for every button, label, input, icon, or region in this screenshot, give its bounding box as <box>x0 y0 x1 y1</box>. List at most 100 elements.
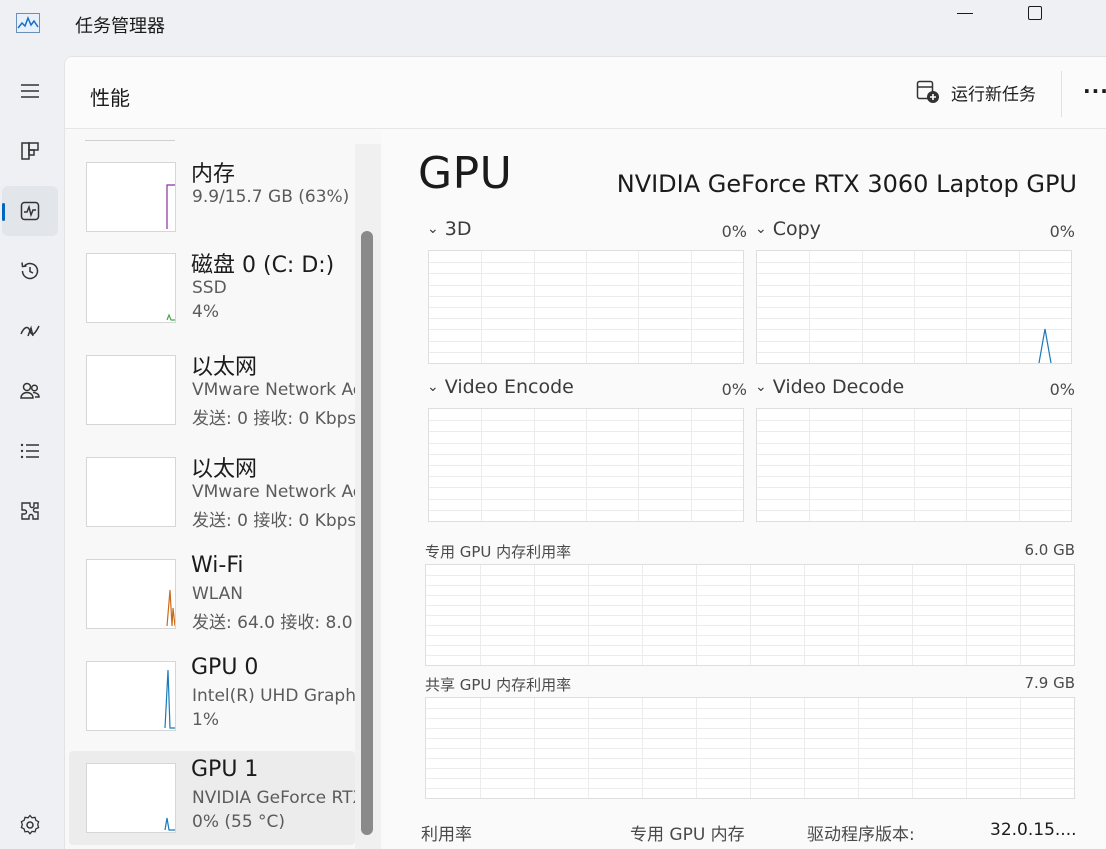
shared-memory-value: 7.9 GB <box>1024 674 1075 692</box>
resource-subtitle: 9.9/15.7 GB (63%) <box>192 187 350 207</box>
resource-usage: 4% <box>192 302 219 322</box>
header-divider <box>1061 71 1062 117</box>
main-panel: 性能 运行新任务 ··· 内存9.9/15.7 GB (63%)磁盘 0 (C:… <box>64 56 1106 849</box>
graph-grid <box>429 251 743 363</box>
partial-thumb-edge <box>85 140 175 141</box>
engine-percent-video-decode: 0% <box>1049 380 1075 399</box>
utilization-label: 利用率 <box>421 825 472 845</box>
more-options-button[interactable]: ··· <box>1083 79 1106 103</box>
resource-name: Wi-Fi <box>191 553 244 578</box>
resource-thumbnail-graph <box>86 457 176 527</box>
thumbnail-line <box>166 313 175 321</box>
shared-memory-label: 共享 GPU 内存利用率 <box>425 676 572 694</box>
resource-name: GPU 0 <box>191 655 259 680</box>
resource-thumbnail-graph <box>86 661 176 731</box>
task-manager-app-icon <box>16 13 40 33</box>
resource-name: GPU 1 <box>191 757 259 782</box>
thumbnail-line <box>164 669 175 729</box>
run-new-task-button[interactable]: 运行新任务 <box>915 79 1036 105</box>
thumbnail-sparkline <box>87 458 175 526</box>
resource-usage: 0% (55 °C) <box>192 812 286 832</box>
resource-name: 以太网 <box>191 355 258 380</box>
resource-item[interactable]: 以太网VMware Network Adapter 发送: 0 接收: 0 Kbp… <box>69 343 356 437</box>
thumbnail-sparkline <box>164 817 175 831</box>
panel-header: 性能 运行新任务 ··· <box>65 57 1106 129</box>
nav-item-app-history[interactable] <box>2 246 58 296</box>
chevron-down-icon: ⌄ <box>427 379 439 395</box>
graph-copy <box>756 250 1072 364</box>
title-bar: 任务管理器 <box>0 0 1106 48</box>
services-icon <box>21 502 39 520</box>
nav-item-details[interactable] <box>2 426 58 476</box>
nav-item-services[interactable] <box>2 486 58 536</box>
resource-item[interactable]: GPU 0 Intel(R) UHD Graphics 1% <box>69 649 356 743</box>
task-manager-window: 任务管理器 性能 运行新任务 ·· 内存 9.9/15.7 GB (63%) 磁… <box>0 0 1106 849</box>
resource-item[interactable]: GPU 1 NVIDIA GeForce RTX 3060 Laptop GPU 0… <box>69 751 356 845</box>
thumbnail-sparkline <box>87 356 175 424</box>
maximize-icon <box>1028 6 1042 20</box>
copy-usage-spike <box>1038 328 1052 363</box>
engine-label-video-encode: Video Encode <box>444 376 574 398</box>
nav-menu-button[interactable] <box>2 66 58 116</box>
graph-shared-memory <box>425 697 1075 799</box>
engine-label-copy: Copy <box>772 218 821 240</box>
resource-subtitle: WLAN <box>192 584 244 604</box>
scrollbar-thumb[interactable] <box>361 231 373 835</box>
performance-icon <box>20 201 40 221</box>
engine-selector-video-decode[interactable]: ⌄ Video Decode <box>755 376 904 398</box>
nav-rail <box>0 56 60 849</box>
run-task-icon <box>916 80 939 103</box>
engine-selector-video-encode[interactable]: ⌄ Video Encode <box>427 376 574 398</box>
resource-item[interactable]: 以太网VMware Network Adapter 发送: 0 接收: 0 Kbp… <box>69 445 356 539</box>
engine-label-video-decode: Video Decode <box>772 376 905 398</box>
details-icon <box>20 443 39 459</box>
resource-thumbnail-graph <box>86 763 176 833</box>
thumbnail-sparkline <box>166 589 175 627</box>
resource-name: 以太网 <box>191 457 258 482</box>
minimize-button[interactable] <box>942 0 988 26</box>
nav-item-processes[interactable] <box>2 126 58 176</box>
nav-item-startup-apps[interactable] <box>2 306 58 356</box>
resource-item[interactable]: 内存 9.9/15.7 GB (63%) <box>69 150 355 244</box>
resource-item[interactable]: 磁盘 0 (C: D:) SSD 4% <box>69 241 355 335</box>
thumbnail-line <box>164 817 175 831</box>
resource-thumbnail-graph <box>86 162 176 232</box>
resource-subtitle: SSD <box>192 278 227 298</box>
thumbnail-line <box>166 589 175 627</box>
nav-item-users[interactable] <box>2 366 58 416</box>
engine-percent-copy: 0% <box>1049 222 1075 241</box>
app-history-icon <box>21 262 39 280</box>
engine-selector-3d[interactable]: ⌄ 3D <box>427 218 471 240</box>
driver-version-value: 32.0.15.... <box>990 820 1077 840</box>
resource-usage: 发送: 0 接收: 0 Kbps <box>192 409 356 429</box>
gpu-detail: GPU NVIDIA GeForce RTX 3060 Laptop GPU ⌄… <box>381 130 1106 849</box>
maximize-button[interactable] <box>1012 0 1058 26</box>
resource-subtitle: VMware Network Adapter <box>192 380 356 400</box>
active-indicator <box>2 203 5 221</box>
chevron-down-icon: ⌄ <box>427 221 439 237</box>
engine-selector-copy[interactable]: ⌄ Copy <box>755 218 821 240</box>
thumbnail-sparkline <box>166 313 175 321</box>
resource-usage: 发送: 64.0 接收: 8.0 Kbps <box>192 613 356 633</box>
graph-grid <box>426 565 1074 665</box>
graph-grid <box>429 409 743 521</box>
thumbnail-sparkline <box>166 184 175 229</box>
graph-video-decode <box>756 408 1072 522</box>
engine-label-3d: 3D <box>444 218 472 240</box>
engine-percent-video-encode: 0% <box>721 380 747 399</box>
resource-subtitle: NVIDIA GeForce RTX 3060 Laptop GPU <box>192 788 356 808</box>
detail-title: GPU <box>418 148 513 199</box>
page-title: 性能 <box>90 86 130 110</box>
graph-video-encode <box>428 408 744 522</box>
chevron-down-icon: ⌄ <box>755 221 767 237</box>
resource-item[interactable]: Wi-Fi WLAN 发送: 64.0 接收: 8.0 Kbps <box>69 547 356 641</box>
nav-item-settings[interactable] <box>2 800 58 849</box>
resource-usage: 1% <box>192 710 219 730</box>
graph-dedicated-memory <box>425 564 1075 666</box>
graph-grid <box>757 251 1071 363</box>
startup-apps-icon <box>20 325 40 337</box>
resource-thumbnail-graph <box>86 253 176 323</box>
nav-item-performance[interactable] <box>2 186 58 236</box>
engine-percent-3d: 0% <box>721 222 747 241</box>
thumbnail-line <box>166 184 175 229</box>
